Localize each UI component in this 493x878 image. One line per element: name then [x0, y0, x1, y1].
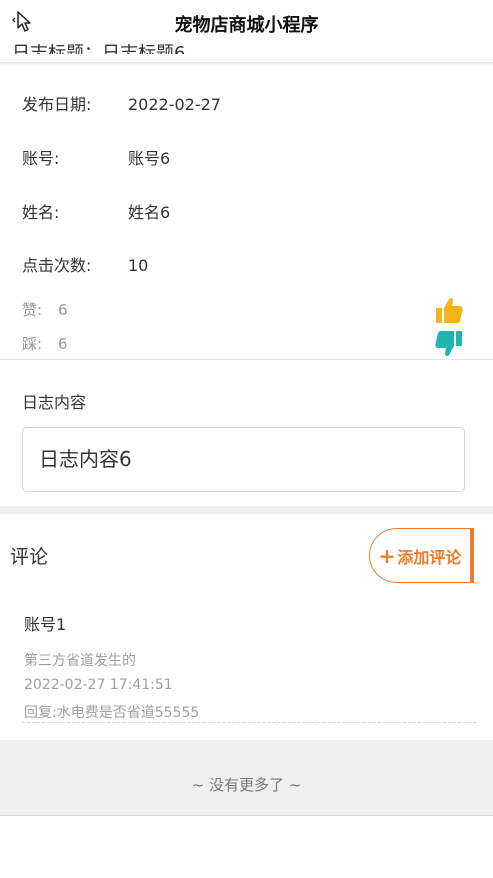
- dislike-label: 踩:: [22, 335, 43, 353]
- thumbs-up-icon[interactable]: [434, 295, 464, 325]
- plus-icon: +: [378, 543, 396, 568]
- account-value: 账号6: [128, 149, 171, 168]
- no-more-text: ~ 没有更多了 ~: [191, 776, 302, 794]
- comment-section-title: 评论: [10, 546, 49, 568]
- comment-text: 第三方省道发生的: [24, 653, 136, 669]
- top-bar: 宠物店商城小程序: [0, 0, 493, 44]
- content-box: 日志内容6: [22, 427, 465, 492]
- divider: [0, 359, 493, 360]
- comment-user: 账号1: [24, 615, 67, 634]
- account-label: 账号:: [22, 149, 60, 168]
- comment-reply: 回复:水电费是否省道55555: [24, 705, 200, 721]
- like-count: 6: [58, 301, 68, 319]
- page-title: 宠物店商城小程序: [174, 15, 319, 36]
- page: 日志标题：日志标题6 宠物店商城小程序 发布日期: 2022-02-27 账号:…: [0, 0, 493, 878]
- thumbs-down-icon[interactable]: [434, 329, 464, 359]
- comment-divider: [22, 722, 476, 723]
- dislike-count: 6: [58, 335, 68, 353]
- add-comment-label: 添加评论: [397, 547, 462, 567]
- like-label: 赞:: [22, 301, 43, 319]
- comment-time: 2022-02-27 17:41:51: [24, 677, 173, 693]
- name-value: 姓名6: [128, 203, 171, 222]
- section-gap: [0, 506, 493, 514]
- content-label: 日志内容: [22, 393, 87, 412]
- header-shadow: [0, 62, 493, 66]
- clicks-label: 点击次数:: [22, 256, 92, 275]
- name-label: 姓名:: [22, 203, 60, 222]
- add-comment-button[interactable]: + 添加评论: [369, 528, 474, 583]
- publish-date-value: 2022-02-27: [128, 95, 221, 114]
- clicks-value: 10: [128, 256, 149, 275]
- publish-date-label: 发布日期:: [22, 95, 92, 114]
